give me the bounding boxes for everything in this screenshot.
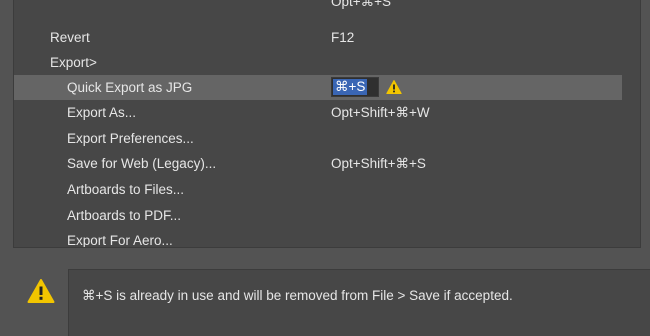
list-item-artboards-to-files[interactable]: Artboards to Files... [14,177,622,202]
shortcut-dialog: { "shortcut_list": { "rows": [ {"command… [0,0,650,336]
warning-icon [386,80,402,94]
command-label: Quick Export as JPG [67,80,193,95]
shortcut-input[interactable]: ⌘+S [331,77,379,97]
scrollbar[interactable] [640,0,641,247]
command-label: Artboards to Files... [67,182,185,197]
list-item-revert[interactable]: Revert F12 [14,25,622,50]
command-label: Export Preferences... [67,131,194,146]
shortcut-text: Opt+Shift+⌘+S [331,156,426,171]
list-item-artboards-to-pdf[interactable]: Artboards to PDF... [14,203,622,228]
warning-icon [27,279,55,303]
list-item-export-as[interactable]: Export As... Opt+Shift+⌘+W [14,100,622,125]
command-label: Export As... [67,105,137,120]
conflict-message-box: ⌘+S is already in use and will be remove… [68,269,650,336]
command-label: Export> [50,55,97,70]
shortcut-input-value: ⌘+S [333,79,368,95]
command-label: Export For Aero... [67,233,173,248]
shortcut-list: Opt+⌘+S Revert F12 Export> Quick Export … [13,0,641,248]
list-item-export-preferences[interactable]: Export Preferences... [14,126,622,151]
shortcut-text: Opt+⌘+S [331,0,392,9]
list-item-quick-export-jpg[interactable]: Quick Export as JPG ⌘+S [14,75,622,100]
command-label: Artboards to PDF... [67,208,182,223]
conflict-message: ⌘+S is already in use and will be remove… [82,288,513,303]
list-item-export-group[interactable]: Export> [14,50,622,75]
list-item[interactable]: Opt+⌘+S [14,0,622,14]
shortcut-text: Opt+Shift+⌘+W [331,105,430,120]
shortcut-text: F12 [331,30,355,45]
command-label: Revert [50,30,90,45]
scrollbar-thumb[interactable] [640,55,641,81]
list-item-export-for-aero[interactable]: Export For Aero... [14,228,622,248]
command-label: Save for Web (Legacy)... [67,156,217,171]
list-item-save-for-web[interactable]: Save for Web (Legacy)... Opt+Shift+⌘+S [14,151,622,176]
